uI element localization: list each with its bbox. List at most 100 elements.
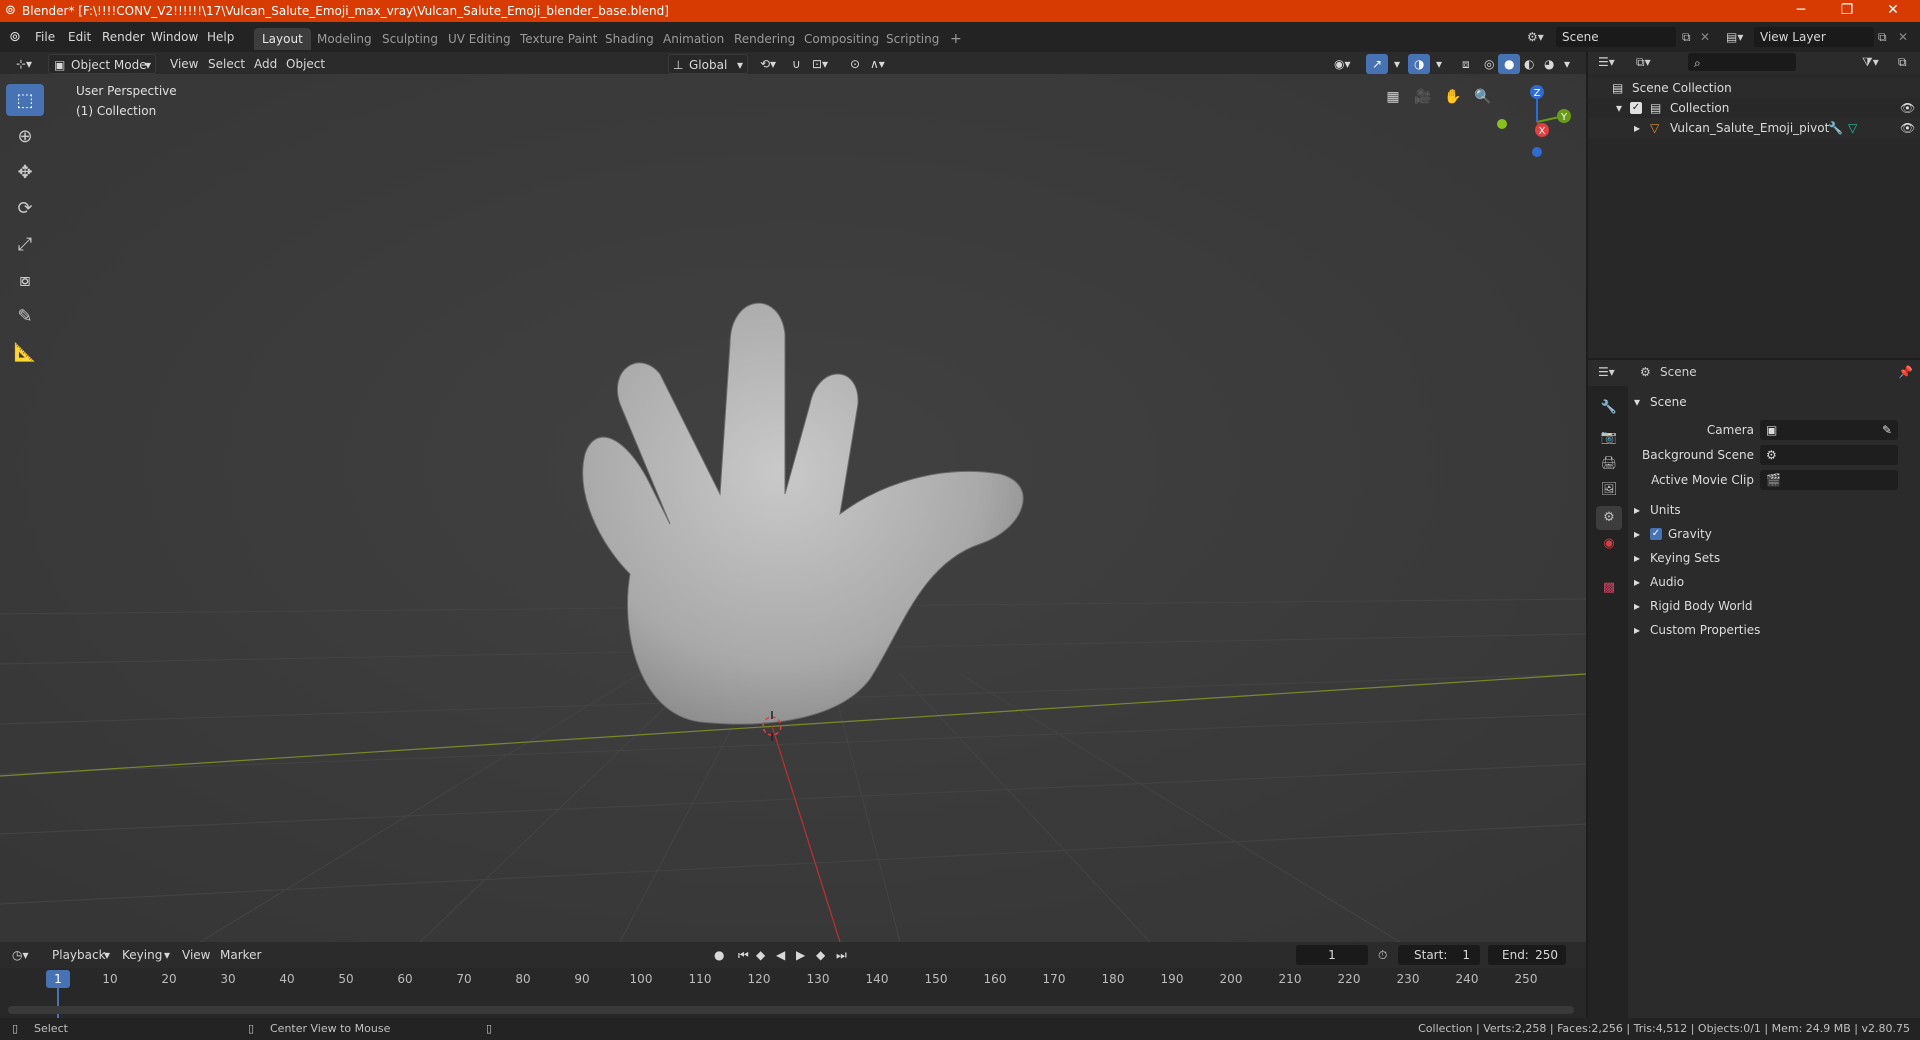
texture-tab-icon[interactable]: ▩ — [1596, 576, 1622, 600]
add-workspace-button[interactable]: + — [942, 28, 970, 50]
move-tool-icon[interactable]: ✥ — [6, 156, 44, 188]
select-box-tool-icon[interactable]: ⬚ — [6, 84, 44, 116]
delete-scene-icon[interactable]: ✕ — [1700, 22, 1710, 52]
overlay-toggle-icon[interactable]: ◑ — [1408, 54, 1431, 74]
menu-window[interactable]: Window — [151, 22, 198, 52]
keying-sets-panel-header[interactable]: ▸ Keying Sets — [1628, 546, 1920, 570]
timeline-editor-type-icon[interactable]: ◷▾ — [12, 942, 29, 968]
gravity-panel-header[interactable]: ▸ ✓ Gravity — [1628, 522, 1920, 546]
view-layer-icon[interactable]: ▤▾ — [1726, 22, 1743, 52]
scene-name-field[interactable]: Scene — [1556, 27, 1676, 47]
eye-icon[interactable]: 👁 — [1900, 118, 1915, 138]
tab-rendering[interactable]: Rendering — [726, 28, 803, 50]
transform-tool-icon[interactable]: ⧇ — [6, 264, 44, 296]
background-scene-field[interactable]: ⚙ — [1760, 445, 1898, 465]
timeline-view-menu[interactable]: View — [182, 942, 210, 968]
blender-menu-icon[interactable]: ⊚ — [9, 22, 21, 52]
marker-menu[interactable]: Marker — [220, 942, 261, 968]
menu-render[interactable]: Render — [102, 22, 145, 52]
scene-tab-icon[interactable]: ⚙ — [1596, 506, 1622, 530]
display-mode-icon[interactable]: ⧉▾ — [1636, 55, 1651, 70]
expand-arrow-icon[interactable]: ▸ — [1634, 118, 1640, 138]
menu-edit[interactable]: Edit — [68, 22, 91, 52]
pan-view-icon[interactable]: ✋ — [1440, 84, 1466, 110]
tab-modeling[interactable]: Modeling — [309, 28, 380, 50]
cursor-tool-icon[interactable]: ⊕ — [6, 120, 44, 152]
tab-sculpting[interactable]: Sculpting — [374, 28, 446, 50]
gizmo-toggle-icon[interactable]: ↗ — [1366, 54, 1389, 74]
output-tab-icon[interactable]: 🖨 — [1596, 452, 1622, 476]
maximize-button[interactable]: ❐ — [1824, 0, 1870, 22]
new-view-layer-icon[interactable]: ⧉ — [1878, 22, 1887, 52]
toggle-camera-view-icon[interactable]: ▦ — [1380, 84, 1406, 110]
tab-compositing[interactable]: Compositing — [796, 28, 887, 50]
current-frame-field[interactable]: 1 — [1296, 945, 1368, 965]
eyedropper-icon[interactable]: ✎ — [1882, 418, 1892, 442]
play-reverse-icon[interactable]: ◀ — [776, 942, 785, 968]
new-scene-icon[interactable]: ⧉ — [1682, 22, 1691, 52]
tab-texture-paint[interactable]: Texture Paint — [512, 28, 605, 50]
pin-icon[interactable]: 📌 — [1898, 365, 1913, 379]
snap-icon[interactable]: ∪ — [786, 54, 807, 74]
view-layer-field[interactable]: View Layer — [1754, 27, 1874, 47]
overlay-dropdown-icon[interactable]: ▾ — [1430, 54, 1448, 74]
editor-type-icon[interactable]: ⊹▾ — [10, 54, 38, 74]
annotate-tool-icon[interactable]: ✎ — [6, 300, 44, 332]
visibility-icon[interactable]: ◉▾ — [1328, 54, 1357, 74]
outliner-row-collection[interactable]: ▾ ✓ ▤ Collection 👁 — [1588, 98, 1920, 118]
proportional-edit-icon[interactable]: ⊙ — [844, 54, 866, 74]
gravity-checkbox[interactable]: ✓ — [1650, 528, 1662, 540]
mesh-data-icon[interactable]: ▽ — [1848, 118, 1857, 138]
outliner-row-scene-collection[interactable]: ▤ Scene Collection — [1588, 78, 1920, 98]
properties-editor-type-icon[interactable]: ☰▾ — [1598, 365, 1615, 379]
jump-end-icon[interactable]: ⏭ — [836, 942, 847, 968]
units-panel-header[interactable]: ▸ Units — [1628, 498, 1920, 522]
eye-icon[interactable]: 👁 — [1900, 98, 1915, 118]
tab-shading[interactable]: Shading — [597, 28, 662, 50]
close-button[interactable]: ✕ — [1870, 0, 1916, 22]
start-frame-field[interactable]: Start: 1 — [1398, 945, 1480, 965]
active-movie-clip-field[interactable]: 🎬 — [1760, 470, 1898, 490]
scene-selector-icon[interactable]: ⚙▾ — [1527, 22, 1544, 52]
falloff-icon[interactable]: ∧▾ — [864, 54, 891, 74]
prev-keyframe-icon[interactable]: ◆ — [756, 942, 765, 968]
menu-help[interactable]: Help — [207, 22, 234, 52]
custom-properties-panel-header[interactable]: ▸ Custom Properties — [1628, 618, 1920, 642]
tab-uv-editing[interactable]: UV Editing — [440, 28, 519, 50]
play-icon[interactable]: ▶ — [796, 942, 805, 968]
menu-object[interactable]: Object — [280, 54, 331, 74]
next-keyframe-icon[interactable]: ◆ — [816, 942, 825, 968]
shading-dropdown-icon[interactable]: ▾ — [1558, 54, 1576, 74]
jump-start-icon[interactable]: ⏮ — [738, 942, 749, 968]
minimize-button[interactable]: ─ — [1778, 0, 1824, 22]
world-tab-icon[interactable]: ◉ — [1596, 532, 1622, 556]
menu-view[interactable]: View — [164, 54, 204, 74]
orientation-dropdown[interactable]: ⊥ Global ▾ — [668, 54, 748, 74]
render-tab-icon[interactable]: 📷 — [1596, 426, 1622, 450]
tab-scripting[interactable]: Scripting — [878, 28, 947, 50]
menu-file[interactable]: File — [35, 22, 55, 52]
audio-panel-header[interactable]: ▸ Audio — [1628, 570, 1920, 594]
scale-tool-icon[interactable]: ⤢ — [6, 228, 44, 260]
rigid-body-world-panel-header[interactable]: ▸ Rigid Body World — [1628, 594, 1920, 618]
outliner-search-input[interactable]: ⌕ — [1688, 53, 1796, 71]
tool-tab-icon[interactable]: 🔧 — [1596, 396, 1622, 420]
view-layer-tab-icon[interactable]: 🖼 — [1596, 478, 1622, 502]
camera-view-icon[interactable]: 🎥 — [1410, 84, 1436, 110]
filter-icon[interactable]: ⧩▾ — [1862, 55, 1879, 70]
snap-target-icon[interactable]: ⊡▾ — [806, 54, 834, 74]
exclude-checkbox[interactable]: ✓ — [1630, 102, 1642, 114]
end-frame-field[interactable]: End: 250 — [1488, 945, 1566, 965]
tab-animation[interactable]: Animation — [655, 28, 732, 50]
outliner-editor-type-icon[interactable]: ☰▾ — [1598, 55, 1615, 69]
timeline-scrollbar[interactable] — [8, 1006, 1574, 1014]
playback-menu[interactable]: Playback — [52, 942, 106, 968]
delete-view-layer-icon[interactable]: ✕ — [1898, 22, 1908, 52]
keying-menu[interactable]: Keying — [122, 942, 162, 968]
3d-viewport[interactable]: ⬚ ⊕ ✥ ⟳ ⤢ ⧇ ✎ 📐 User Perspective (1) Col… — [0, 74, 1586, 942]
new-collection-icon[interactable]: ⧉ — [1898, 55, 1907, 70]
pivot-icon[interactable]: ⟲▾ — [754, 54, 782, 74]
menu-add[interactable]: Add — [248, 54, 283, 74]
menu-select[interactable]: Select — [202, 54, 251, 74]
stopwatch-icon[interactable]: ⏱ — [1378, 942, 1387, 968]
